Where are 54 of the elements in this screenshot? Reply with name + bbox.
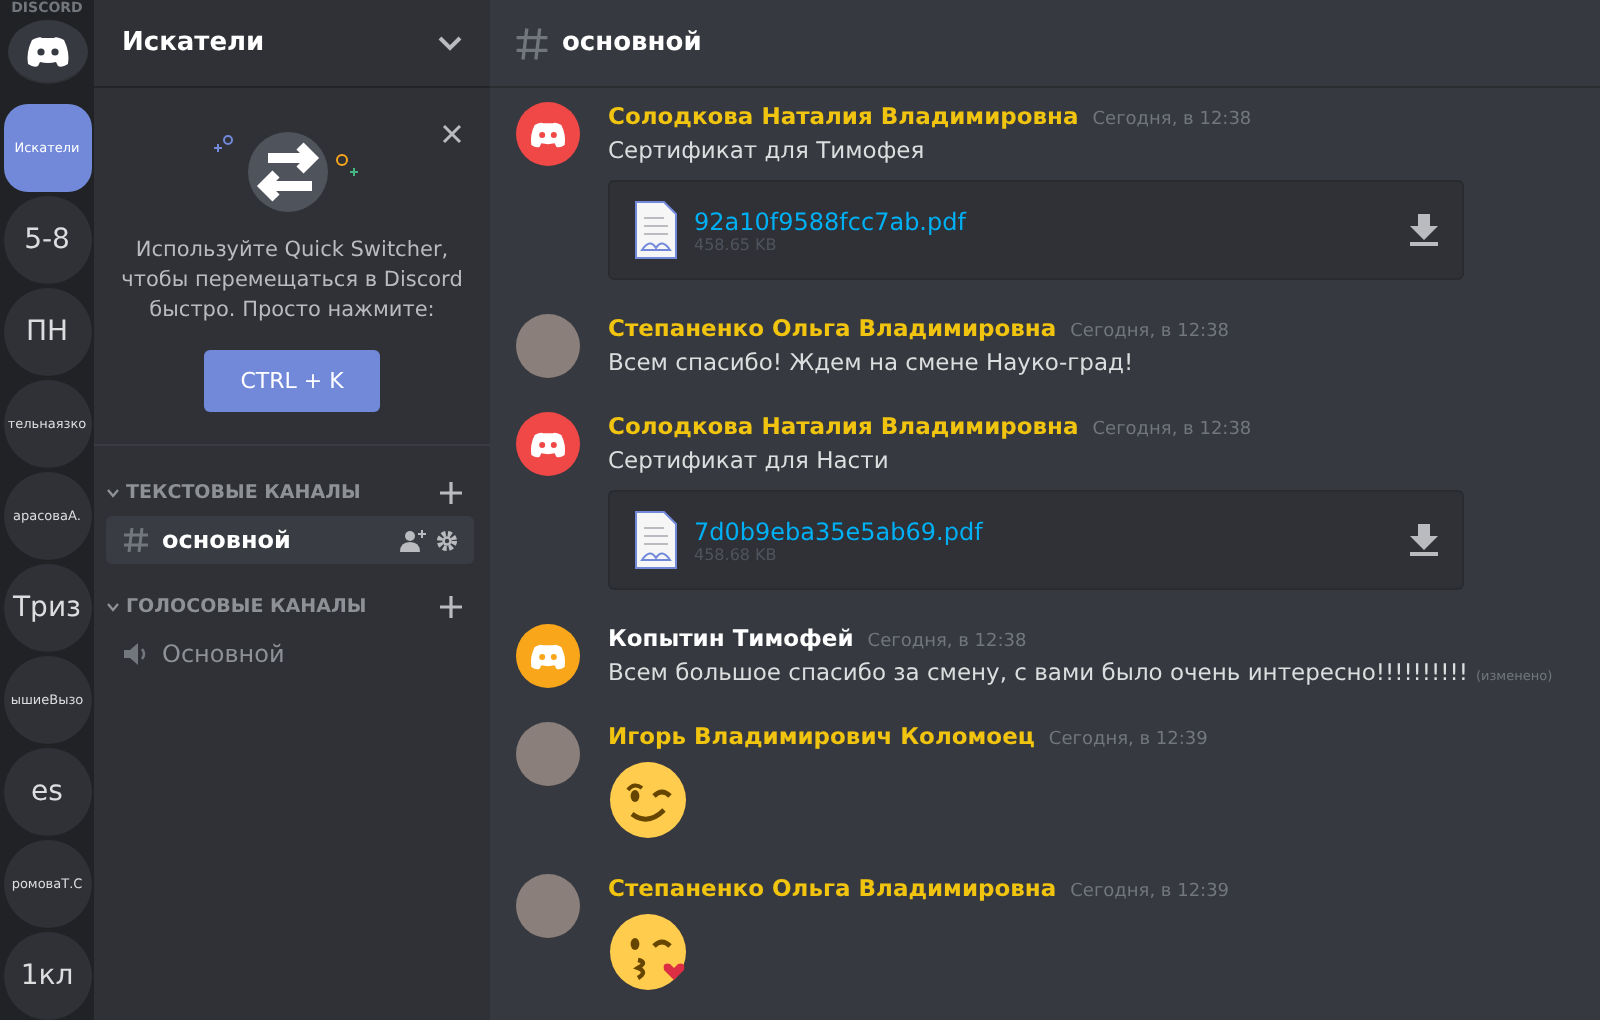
author-name[interactable]: Солодкова Наталия Владимировна bbox=[608, 412, 1079, 440]
message-text: Сертификат для Тимофея bbox=[608, 136, 925, 164]
promo-text: Используйте Quick Switcher, чтобы перемещаться в Discord быстро. Просто нажмите: bbox=[119, 236, 465, 326]
server-name: Искатели bbox=[122, 28, 265, 58]
author-name[interactable]: Игорь Владимирович Коломоец bbox=[608, 722, 1035, 750]
author-name[interactable]: Солодкова Наталия Владимировна bbox=[608, 102, 1079, 130]
file-link[interactable]: 92a10f9588fcc7ab.pdf bbox=[694, 207, 1394, 235]
add-user-icon[interactable] bbox=[400, 529, 426, 551]
home-button[interactable] bbox=[7, 20, 87, 84]
hash-icon bbox=[122, 526, 150, 554]
avatar-logo[interactable] bbox=[516, 624, 580, 688]
download-icon[interactable] bbox=[1410, 214, 1438, 246]
server-icon-button[interactable]: ПН bbox=[3, 288, 91, 376]
channel-item[interactable]: основной bbox=[106, 516, 474, 564]
server-icon-button[interactable]: Триз bbox=[3, 564, 91, 652]
channel-item[interactable]: Основной bbox=[106, 630, 474, 678]
message-text: Сертификат для Насти bbox=[608, 446, 889, 474]
timestamp: Сегодня, в 12:38 bbox=[1070, 322, 1230, 342]
plus-icon[interactable] bbox=[440, 596, 462, 618]
server-icon-button[interactable]: 1кл bbox=[3, 932, 91, 1020]
settings-icon[interactable] bbox=[436, 529, 458, 551]
server-icon-button[interactable]: 5-8 bbox=[3, 196, 91, 284]
author-name[interactable]: Степаненко Ольга Владимировна bbox=[608, 314, 1057, 342]
channel-title: основной bbox=[562, 28, 702, 58]
gamepad-logo-icon bbox=[23, 33, 71, 69]
hash-icon bbox=[514, 25, 550, 61]
document-icon bbox=[634, 510, 678, 570]
timestamp: Сегодня, в 12:39 bbox=[1048, 730, 1208, 750]
message-text: Всем спасибо! Ждем на смене Науко-град! bbox=[608, 348, 1134, 376]
avatar-placeholder[interactable] bbox=[516, 314, 580, 378]
winking-face-icon bbox=[608, 760, 688, 840]
avatar-logo[interactable] bbox=[516, 412, 580, 476]
timestamp: Сегодня, в 12:39 bbox=[1070, 882, 1230, 902]
avatar-placeholder[interactable] bbox=[516, 722, 580, 786]
author-name[interactable]: Степаненко Ольга Владимировна bbox=[608, 874, 1057, 902]
timestamp: Сегодня, в 12:38 bbox=[1092, 420, 1252, 440]
plus-icon[interactable] bbox=[440, 482, 462, 504]
chevron-down-icon[interactable] bbox=[438, 35, 462, 51]
avatar-placeholder[interactable] bbox=[516, 874, 580, 938]
timestamp: Сегодня, в 12:38 bbox=[867, 632, 1027, 652]
category-header[interactable]: ТЕКСТОВЫЕ КАНАЛЫ bbox=[126, 482, 361, 504]
download-icon[interactable] bbox=[1410, 524, 1438, 556]
message-text: Всем большое спасибо за смену, с вами было очень интересно!!!!!!!!!! bbox=[608, 658, 1468, 686]
speaker-icon bbox=[122, 640, 150, 668]
avatar-logo[interactable] bbox=[516, 102, 580, 166]
document-icon bbox=[634, 200, 678, 260]
category-header[interactable]: ГОЛОСОВЫЕ КАНАЛЫ bbox=[126, 596, 367, 618]
author-name[interactable]: Копытин Тимофей bbox=[608, 624, 854, 652]
chevron-down-icon[interactable] bbox=[106, 602, 120, 612]
timestamp: Сегодня, в 12:38 bbox=[1092, 110, 1252, 130]
server-icon-button[interactable]: es bbox=[3, 748, 91, 836]
close-icon[interactable] bbox=[442, 124, 462, 144]
chevron-down-icon[interactable] bbox=[106, 488, 120, 498]
file-link[interactable]: 7d0b9eba35e5ab69.pdf bbox=[694, 517, 1394, 545]
